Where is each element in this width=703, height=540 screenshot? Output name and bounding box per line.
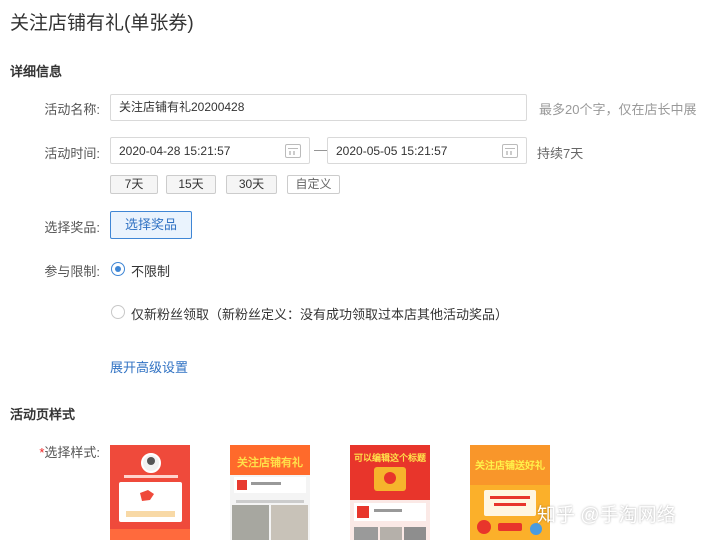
select-prize-button[interactable]: 选择奖品	[110, 211, 192, 239]
radio-new-fans-only-label[interactable]: 仅新粉丝领取（新粉丝定义：没有成功领取过本店其他活动奖品）	[131, 304, 508, 323]
calendar-icon[interactable]	[285, 143, 301, 158]
page-title: 关注店铺有礼(单张券)	[10, 13, 194, 34]
radio-new-fans-only[interactable]	[111, 305, 125, 319]
start-time-input[interactable]: 2020-04-28 15:21:57	[110, 137, 310, 164]
select-style-label-text: 选择样式:	[44, 445, 100, 460]
details-section-title: 详细信息	[10, 64, 63, 79]
prize-label: 选择奖品:	[44, 220, 100, 235]
activity-time-label: 活动时间:	[44, 146, 100, 161]
radio-no-limit-label[interactable]: 不限制	[131, 261, 170, 280]
activity-name-input[interactable]: 关注店铺有礼20200428	[110, 94, 527, 121]
template-1-preview	[110, 445, 190, 540]
radio-no-limit[interactable]	[111, 262, 125, 276]
quick-30-days-button[interactable]: 30天	[226, 175, 277, 194]
watermark: 知乎 @手淘网络	[537, 505, 676, 526]
style-section-title: 活动页样式	[10, 407, 76, 422]
quick-custom-button[interactable]: 自定义	[287, 175, 340, 194]
template-4-banner: 关注店铺送好礼	[475, 459, 545, 472]
template-3-banner: 可以编辑这个标题	[354, 452, 427, 464]
start-time-value: 2020-04-28 15:21:57	[119, 143, 231, 158]
style-template-1[interactable]	[110, 445, 190, 540]
end-time-value: 2020-05-05 15:21:57	[336, 143, 448, 158]
limit-label: 参与限制:	[44, 264, 100, 279]
style-template-3[interactable]: 可以编辑这个标题	[350, 445, 430, 540]
select-style-label: *选择样式:	[8, 442, 100, 461]
style-template-2[interactable]: 关注店铺有礼	[230, 445, 310, 540]
duration-text: 持续7天	[537, 146, 584, 161]
time-separator: —	[314, 142, 327, 157]
calendar-icon[interactable]	[502, 143, 518, 158]
end-time-input[interactable]: 2020-05-05 15:21:57	[327, 137, 527, 164]
quick-7-days-button[interactable]: 7天	[110, 175, 158, 194]
advanced-settings-link[interactable]: 展开高级设置	[110, 357, 188, 376]
template-2-preview: 关注店铺有礼	[230, 445, 310, 540]
template-2-banner: 关注店铺有礼	[237, 455, 303, 469]
template-3-preview: 可以编辑这个标题	[350, 445, 430, 540]
activity-name-label: 活动名称:	[44, 102, 100, 117]
activity-name-hint: 最多20个字，仅在店长中展	[539, 102, 697, 117]
quick-15-days-button[interactable]: 15天	[166, 175, 216, 194]
